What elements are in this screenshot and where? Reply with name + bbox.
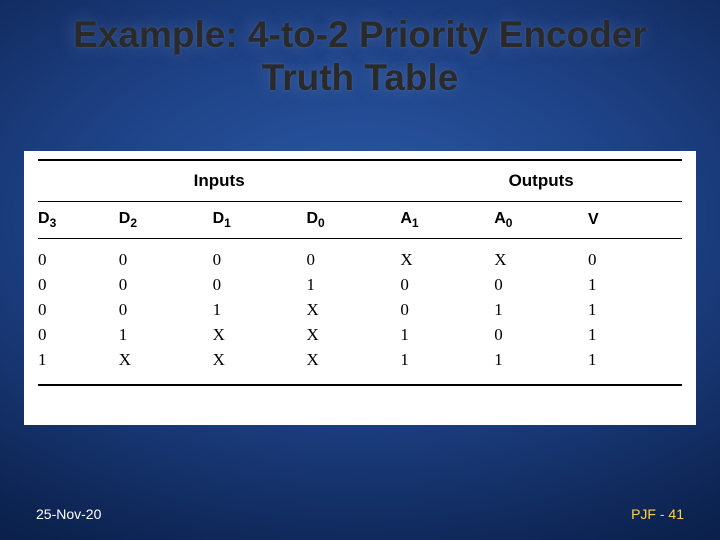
cell: X — [306, 323, 400, 348]
table-column-header-row: D3 D2 D1 D0 A1 A0 V — [38, 202, 682, 239]
cell: 0 — [494, 273, 588, 298]
cell: 0 — [119, 298, 213, 323]
table-row: 0 0 0 0 X X 0 — [38, 239, 682, 273]
cell: 1 — [588, 273, 682, 298]
cell: X — [306, 348, 400, 385]
col-a0: A0 — [494, 202, 588, 239]
table-group-header-row: Inputs Outputs — [38, 160, 682, 202]
cell: 0 — [38, 239, 119, 273]
col-d0: D0 — [306, 202, 400, 239]
cell: 1 — [400, 323, 494, 348]
footer-pageref: PJF - 41 — [631, 506, 684, 522]
cell: 1 — [306, 273, 400, 298]
col-d1: D1 — [213, 202, 307, 239]
table-row: 1 X X X 1 1 1 — [38, 348, 682, 385]
cell: X — [400, 239, 494, 273]
cell: 0 — [119, 239, 213, 273]
cell: 1 — [588, 323, 682, 348]
col-v: V — [588, 202, 682, 239]
cell: 0 — [38, 298, 119, 323]
cell: 0 — [38, 273, 119, 298]
cell: 0 — [494, 323, 588, 348]
title-line-1: Example: 4-to-2 Priority Encoder — [73, 14, 647, 55]
cell: 0 — [588, 239, 682, 273]
cell: X — [213, 348, 307, 385]
cell: 0 — [119, 273, 213, 298]
table-row: 0 0 0 1 0 0 1 — [38, 273, 682, 298]
cell: 0 — [400, 273, 494, 298]
footer-date: 25-Nov-20 — [36, 506, 101, 522]
slide: Example: 4-to-2 Priority Encoder Truth T… — [0, 0, 720, 540]
col-d2: D2 — [119, 202, 213, 239]
cell: 0 — [213, 239, 307, 273]
cell: 1 — [400, 348, 494, 385]
truth-table-panel: Inputs Outputs D3 D2 D1 D0 A1 A0 V 0 0 0 — [24, 151, 696, 425]
title-line-2: Truth Table — [262, 57, 459, 98]
cell: 1 — [38, 348, 119, 385]
cell: X — [494, 239, 588, 273]
truth-table: Inputs Outputs D3 D2 D1 D0 A1 A0 V 0 0 0 — [38, 159, 682, 386]
cell: 1 — [213, 298, 307, 323]
cell: 1 — [494, 298, 588, 323]
cell: 1 — [588, 348, 682, 385]
table-row: 0 0 1 X 0 1 1 — [38, 298, 682, 323]
col-d3: D3 — [38, 202, 119, 239]
cell: X — [213, 323, 307, 348]
cell: 0 — [213, 273, 307, 298]
slide-title: Example: 4-to-2 Priority Encoder Truth T… — [0, 14, 720, 99]
cell: 0 — [400, 298, 494, 323]
cell: 1 — [494, 348, 588, 385]
cell: 1 — [588, 298, 682, 323]
cell: 0 — [306, 239, 400, 273]
cell: X — [119, 348, 213, 385]
cell: 0 — [38, 323, 119, 348]
table-row: 0 1 X X 1 0 1 — [38, 323, 682, 348]
col-a1: A1 — [400, 202, 494, 239]
cell: 1 — [119, 323, 213, 348]
group-header-outputs: Outputs — [400, 160, 682, 202]
group-header-inputs: Inputs — [38, 160, 400, 202]
cell: X — [306, 298, 400, 323]
